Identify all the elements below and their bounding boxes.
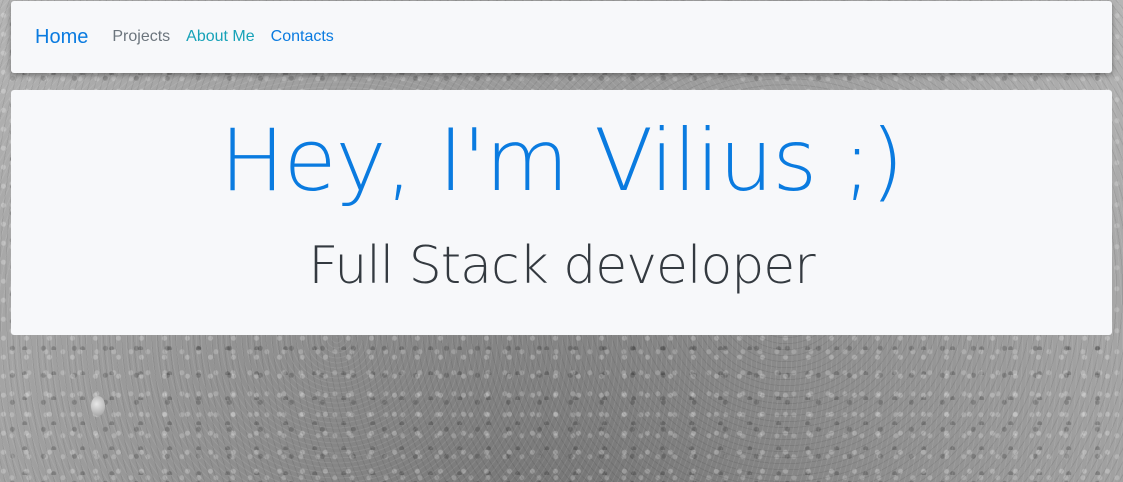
navbar: Home Projects About Me Contacts xyxy=(11,1,1112,73)
hero-panel: Hey, I'm Vilius ;) Full Stack developer xyxy=(11,90,1112,335)
hero-subtitle: Full Stack developer xyxy=(308,236,815,296)
hero-title: Hey, I'm Vilius ;) xyxy=(219,111,904,211)
nav-brand-home[interactable]: Home xyxy=(35,26,88,49)
nav-link-projects[interactable]: Projects xyxy=(112,28,170,46)
nav-link-about-me[interactable]: About Me xyxy=(186,28,254,46)
nav-link-contacts[interactable]: Contacts xyxy=(271,28,334,46)
background-pebble xyxy=(91,396,105,416)
